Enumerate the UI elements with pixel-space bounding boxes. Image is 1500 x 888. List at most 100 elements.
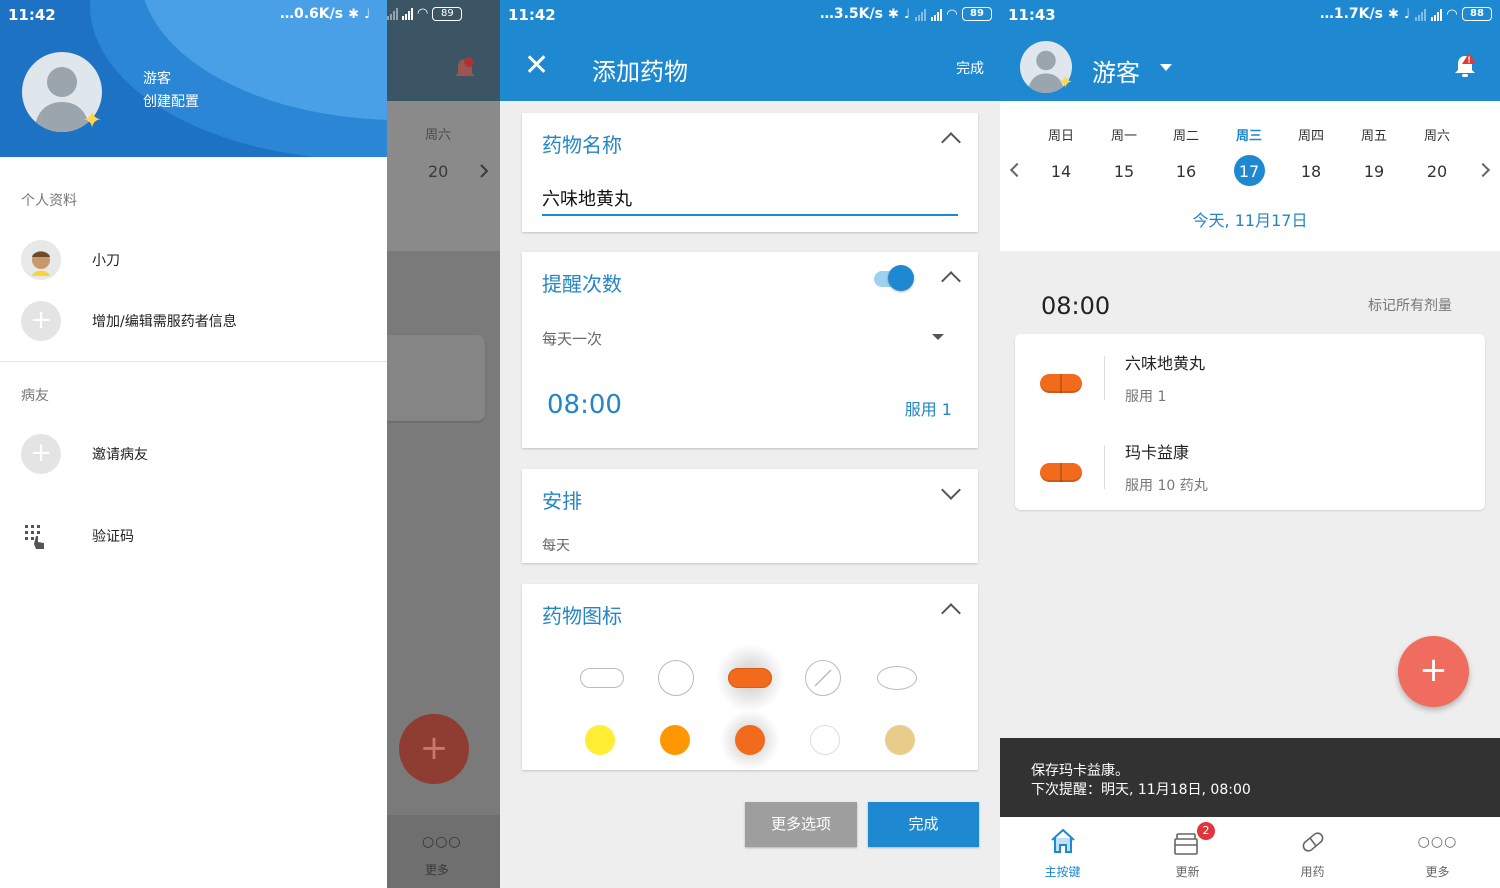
dark-orange-color-option-selected[interactable]: [735, 725, 765, 755]
verification-code-item[interactable]: 验证码: [0, 516, 387, 576]
wifi-icon: ◠: [947, 6, 957, 22]
status-icons: …1.7K/s ✱ ♩ ◠ 88: [1320, 6, 1492, 22]
bottom-navigation: 主按键 2 更新 用药 ○○○ 更多: [1000, 817, 1500, 888]
schedule-title: 安排: [542, 489, 582, 513]
schedule-card[interactable]: 安排 每天: [522, 469, 978, 563]
bluetooth-icon: ✱: [887, 6, 899, 22]
status-icons: …0.6K/s ✱ ♩: [280, 6, 370, 22]
medication-name-title: 药物名称: [542, 133, 622, 157]
day-number[interactable]: 18: [1291, 162, 1331, 181]
add-edit-patient-label: 增加/编辑需服药者信息: [92, 314, 237, 330]
background-weekday: 周六: [425, 128, 452, 143]
network-speed: …1.7K/s: [1319, 6, 1383, 22]
add-medication-fab[interactable]: +: [1398, 636, 1469, 707]
battery-icon: 89: [432, 6, 463, 21]
medication-list-card: 六味地黄丸 服用 1 玛卡益康 服用 10 药丸: [1015, 334, 1485, 510]
home-icon: [1051, 828, 1075, 853]
user-name[interactable]: 游客: [1092, 53, 1140, 88]
reminder-dose[interactable]: 服用 1: [905, 396, 952, 420]
chevron-right-icon: [480, 164, 489, 178]
notification-badge: 2: [1197, 822, 1215, 840]
add-medication-screen: 11:42 …3.5K/s ✱ ♩ ◠ 89 ✕ 添加药物 完成 药物名称 六味…: [500, 0, 1000, 888]
day-number[interactable]: 14: [1041, 162, 1081, 181]
close-icon[interactable]: ✕: [524, 51, 549, 81]
medication-dose: 服用 10 药丸: [1125, 478, 1208, 494]
mark-all-doses-button[interactable]: 标记所有剂量: [1368, 295, 1452, 315]
white-color-option[interactable]: [810, 725, 840, 755]
oval-shape-option[interactable]: [877, 666, 917, 690]
weekday-label: 周二: [1172, 129, 1199, 144]
beige-color-option[interactable]: [885, 725, 915, 755]
status-icons-right: ◠ 89: [387, 6, 500, 21]
signal-icon: [1431, 8, 1442, 21]
capsule-shape-option[interactable]: [580, 668, 624, 688]
day-number[interactable]: 19: [1354, 162, 1394, 181]
reminder-time[interactable]: 08:00: [547, 390, 622, 420]
signal-icon: [931, 8, 942, 21]
yellow-color-option[interactable]: [585, 725, 615, 755]
nav-label-updates: 更新: [1175, 865, 1200, 879]
chevron-down-icon[interactable]: [941, 480, 961, 500]
day-number[interactable]: 16: [1166, 162, 1206, 181]
signal-icon: [387, 7, 398, 20]
chevron-left-icon[interactable]: [1009, 162, 1025, 178]
medication-name-input[interactable]: 六味地黄丸: [542, 185, 632, 211]
child-avatar-icon: [21, 240, 61, 280]
navigation-drawer: ✦ 游客 创建配置 11:42 …0.6K/s ✱ ♩ ◠ 89 个人资料 小刀…: [0, 0, 463, 888]
medication-name-card: 药物名称 六味地黄丸: [522, 113, 978, 232]
more-options-button[interactable]: 更多选项: [745, 802, 857, 847]
list-item[interactable]: 六味地黄丸 服用 1: [1015, 334, 1485, 422]
chevron-up-icon[interactable]: [941, 271, 961, 291]
scored-shape-option[interactable]: [805, 660, 841, 696]
bell-alert-icon[interactable]: [1452, 52, 1478, 80]
nav-item-updates[interactable]: 2 更新: [1125, 817, 1250, 888]
nav-item-more[interactable]: ○○○ 更多: [1375, 817, 1500, 888]
weekday-label: 周三: [1235, 129, 1262, 144]
done-button[interactable]: 完成: [868, 802, 979, 847]
section-title-friends: 病友: [21, 388, 49, 404]
today-label[interactable]: 今天, 11月17日: [1000, 207, 1500, 231]
background-card: [387, 335, 485, 421]
weekday-label: 周日: [1047, 129, 1074, 144]
status-bar: 11:42 …3.5K/s ✱ ♩ ◠ 89: [500, 0, 1000, 32]
pill-icon: [1040, 463, 1082, 482]
nav-item-meds[interactable]: 用药: [1250, 817, 1375, 888]
day-number[interactable]: 20: [1417, 162, 1457, 181]
nav-item-home[interactable]: 主按键: [1000, 817, 1125, 888]
snackbar-line-2: 下次提醒：明天, 11月18日, 08:00: [1031, 782, 1251, 798]
wifi-icon: ◠: [417, 6, 429, 21]
day-number[interactable]: 17: [1229, 162, 1269, 181]
mute-icon: ♩: [1403, 6, 1410, 22]
reminder-title: 提醒次数: [542, 272, 622, 296]
capsule-shape-option-selected[interactable]: [728, 668, 772, 688]
invite-friend-item[interactable]: + 邀请病友: [0, 434, 387, 494]
profile-name-block[interactable]: 游客 创建配置: [143, 68, 199, 114]
background-app-scrim[interactable]: 周六 20 + ○○○ 更多: [387, 0, 500, 888]
frequency-select[interactable]: 每天一次: [542, 328, 602, 349]
plus-icon: +: [21, 301, 61, 341]
nav-label-meds: 用药: [1300, 865, 1325, 879]
input-underline: [542, 214, 958, 216]
chevron-right-icon[interactable]: [1475, 162, 1491, 178]
day-number[interactable]: 15: [1104, 162, 1144, 181]
snackbar: 保存玛卡益康。 下次提醒：明天, 11月18日, 08:00: [1000, 738, 1500, 817]
profile-item-xiaodao[interactable]: 小刀: [0, 240, 387, 300]
weekday-label: 周一: [1110, 129, 1137, 144]
dropdown-arrow-icon[interactable]: [932, 334, 944, 340]
chevron-up-icon[interactable]: [941, 132, 961, 152]
create-profile-link[interactable]: 创建配置: [143, 91, 199, 114]
more-icon: ○○○: [1417, 834, 1458, 850]
done-button-top[interactable]: 完成: [956, 58, 984, 78]
list-item[interactable]: 玛卡益康 服用 10 药丸: [1015, 423, 1485, 511]
round-shape-option[interactable]: [658, 660, 694, 696]
weekday-label: 周五: [1360, 129, 1387, 144]
add-edit-patient-item[interactable]: + 增加/编辑需服药者信息: [0, 301, 387, 361]
section-title-profiles: 个人资料: [21, 193, 77, 209]
updates-icon: [1174, 833, 1198, 855]
medication-name: 六味地黄丸: [1125, 354, 1206, 373]
orange-color-option[interactable]: [660, 725, 690, 755]
background-more-label: 更多: [425, 863, 450, 877]
signal-icon: [915, 8, 926, 21]
pill-icon: [1302, 832, 1324, 852]
chevron-down-icon[interactable]: [1160, 64, 1172, 71]
